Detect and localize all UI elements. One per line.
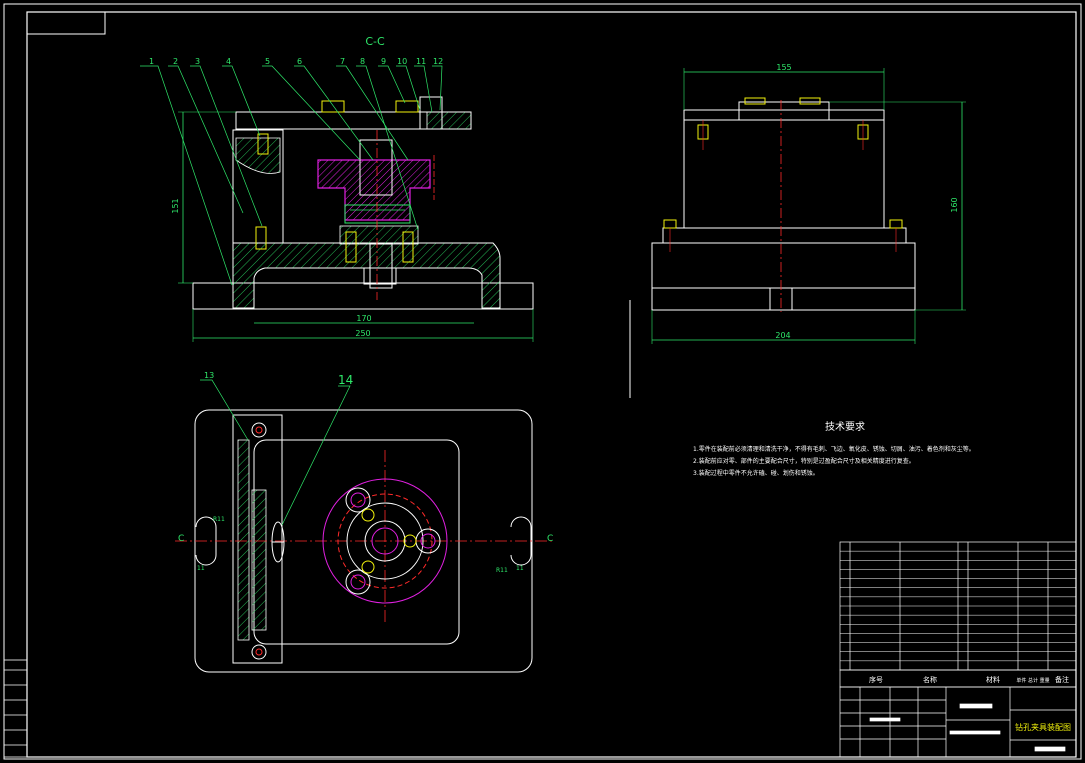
bom-header-material: 材料 [986,675,1000,684]
callout-7: 7 [340,57,345,66]
callout-5: 5 [265,57,270,66]
dim-r11-right: R11 [496,567,508,574]
callout-1: 1 [149,57,154,66]
plan-view [175,379,555,673]
section-mark-left: C [178,534,184,544]
callout-6: 6 [297,57,302,66]
bom-header-remark: 备注 [1055,675,1069,684]
callout-9: 9 [381,57,386,66]
callout-4: 4 [226,57,231,66]
dim-front-total-width: 250 [355,329,370,338]
tech-requirements: 技术要求 1.零件在装配前必须清理和清洗干净，不得有毛刺、飞边、氧化皮、锈蚀、切… [693,420,975,477]
tech-item-1: 1.零件在装配前必须清理和清洗干净，不得有毛刺、飞边、氧化皮、锈蚀、切屑、油污、… [693,445,975,453]
side-dimension-labels: 155 160 204 [775,63,959,340]
dim-front-inner-width: 170 [356,314,371,323]
callout-14: 14 [338,373,353,387]
callout-11: 11 [416,57,426,66]
callout-3: 3 [195,57,200,66]
left-stamp-table [3,659,28,758]
dim-side-top-width: 155 [776,63,791,72]
title-block [839,686,1077,758]
dim-side-height: 160 [950,197,959,212]
cad-drawing: C-C 151 170 250 1 2 3 4 5 6 7 8 9 10 11 … [3,3,1082,760]
dim-front-height: 151 [171,198,180,213]
bom-header-seq: 序号 [869,675,883,684]
callout-12: 12 [433,57,443,66]
callout-8: 8 [360,57,365,66]
dim-side-bottom-width: 204 [775,331,790,340]
dim-r11-left: R11 [213,516,225,523]
dim-11-right: 11 [516,565,524,572]
tech-title: 技术要求 [825,420,865,433]
callout-2: 2 [173,57,178,66]
section-mark-right: C [547,534,553,544]
tech-item-3: 3.装配过程中零件不允许磕、碰、划伤和锈蚀。 [693,469,819,477]
bom-header-name: 名称 [923,675,937,684]
dim-11-left: 11 [197,565,205,572]
sheet-border [3,3,1082,760]
drawing-title: 钻孔夹具装配图 [1015,722,1071,732]
callout-13: 13 [204,371,214,380]
callout-10: 10 [397,57,407,66]
tech-item-2: 2.装配前应对零、部件的主要配合尺寸，特别是过盈配合尺寸及相关精度进行复查。 [693,457,915,465]
reference-box [26,11,106,35]
section-label: C-C [365,35,385,48]
drawing-frame [26,11,1077,758]
bom-header: 序号 名称 材料 单件 总计 重量 备注 [839,669,1077,688]
part-callouts: 1 2 3 4 5 6 7 8 9 10 11 12 [149,57,443,66]
front-section-view [140,65,534,342]
side-view [651,68,966,344]
bom-header-weight: 单件 总计 重量 [1016,677,1049,684]
